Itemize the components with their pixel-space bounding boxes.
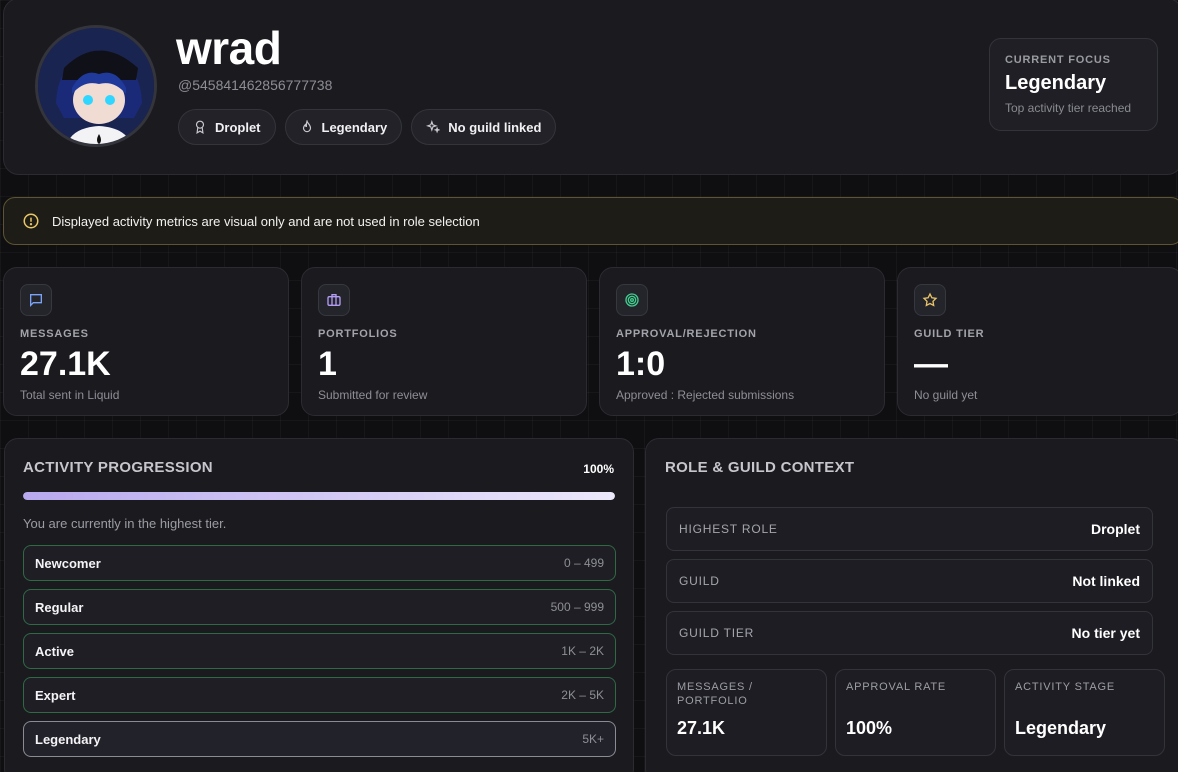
row-value: No tier yet xyxy=(1071,625,1140,641)
stat-label: PORTFOLIOS xyxy=(318,328,398,340)
role-guild-context-card: ROLE & GUILD CONTEXT HIGHEST ROLE Drople… xyxy=(645,438,1178,772)
section-title: ROLE & GUILD CONTEXT xyxy=(665,459,855,476)
stat-subtitle: Submitted for review xyxy=(318,388,428,402)
row-value: Not linked xyxy=(1072,573,1140,589)
tier-item[interactable]: Active 1K – 2K xyxy=(23,633,616,669)
context-rows: HIGHEST ROLE Droplet GUILD Not linked GU… xyxy=(666,507,1153,663)
stat-subtitle: Total sent in Liquid xyxy=(20,388,120,402)
role-badge[interactable]: Droplet xyxy=(178,109,276,145)
flame-icon xyxy=(302,120,311,133)
tier-range: 500 – 999 xyxy=(550,600,604,614)
stat-card-guild-tier: GUILD TIER — No guild yet xyxy=(897,267,1178,416)
stat-value: 1:0 xyxy=(616,345,666,383)
sparkles-icon xyxy=(426,120,441,134)
username: wrad xyxy=(176,22,282,74)
progress-percent: 100% xyxy=(583,462,614,476)
briefcase-icon xyxy=(327,294,341,306)
guild-badge-label: No guild linked xyxy=(448,119,542,135)
metric-approval-rate: APPROVAL RATE 100% xyxy=(835,669,996,756)
activity-progression-card: ACTIVITY PROGRESSION 100% You are curren… xyxy=(4,438,634,772)
tier-badge-label: Legendary xyxy=(321,119,388,135)
metric-value: 100% xyxy=(846,718,893,738)
notice-text: Displayed activity metrics are visual on… xyxy=(52,213,480,229)
context-row-guild-tier: GUILD TIER No tier yet xyxy=(666,611,1153,655)
row-value: Droplet xyxy=(1091,521,1140,537)
metrics-notice: Displayed activity metrics are visual on… xyxy=(3,197,1178,245)
tier-range: 0 – 499 xyxy=(563,556,604,570)
tier-item[interactable]: Expert 2K – 5K xyxy=(23,677,616,713)
row-label: HIGHEST ROLE xyxy=(679,522,778,536)
tier-item[interactable]: Regular 500 – 999 xyxy=(23,589,616,625)
tier-list: Newcomer 0 – 499 Regular 500 – 999 Activ… xyxy=(23,545,616,765)
focus-subtitle: Top activity tier reached xyxy=(1005,101,1132,115)
tier-range: 2K – 5K xyxy=(561,688,604,702)
alert-circle-icon xyxy=(23,213,39,229)
badge-list: Droplet Legendary No guild linked xyxy=(178,109,557,145)
tier-name: Regular xyxy=(35,599,84,615)
stat-card-portfolios: PORTFOLIOS 1 Submitted for review xyxy=(301,267,587,416)
tier-badge[interactable]: Legendary xyxy=(284,109,403,145)
stat-card-approval: APPROVAL/REJECTION 1:0 Approved : Reject… xyxy=(599,267,885,416)
guild-badge[interactable]: No guild linked xyxy=(411,109,557,145)
stat-label: GUILD TIER xyxy=(914,328,985,340)
role-badge-label: Droplet xyxy=(215,119,261,135)
tier-item[interactable]: Newcomer 0 – 499 xyxy=(23,545,616,581)
metric-value: 27.1K xyxy=(677,718,726,738)
metric-label: APPROVAL RATE xyxy=(846,681,947,693)
award-icon xyxy=(195,120,205,134)
avatar-image xyxy=(38,28,154,144)
metric-label: MESSAGES / PORTFOLIO xyxy=(677,681,753,707)
stat-value: 1 xyxy=(318,345,337,383)
stat-value: 27.1K xyxy=(20,345,111,383)
metric-label: ACTIVITY STAGE xyxy=(1015,681,1116,693)
tier-name: Newcomer xyxy=(35,555,101,571)
focus-label: CURRENT FOCUS xyxy=(1005,54,1111,66)
message-square-icon xyxy=(30,294,42,307)
avatar[interactable] xyxy=(35,25,157,147)
stat-label: MESSAGES xyxy=(20,328,89,340)
context-row-highest-role: HIGHEST ROLE Droplet xyxy=(666,507,1153,551)
tier-name: Legendary xyxy=(35,731,101,747)
stat-card-messages: MESSAGES 27.1K Total sent in Liquid xyxy=(3,267,289,416)
stat-label: APPROVAL/REJECTION xyxy=(616,328,757,340)
progress-bar xyxy=(23,492,615,500)
tier-name: Active xyxy=(35,643,75,659)
stat-subtitle: Approved : Rejected submissions xyxy=(616,388,795,402)
row-label: GUILD TIER xyxy=(679,626,755,640)
section-title: ACTIVITY PROGRESSION xyxy=(23,459,213,476)
tier-range: 1K – 2K xyxy=(561,644,604,658)
user-id: @545841462856777738 xyxy=(178,77,333,93)
stat-subtitle: No guild yet xyxy=(914,388,978,402)
metric-activity-stage: ACTIVITY STAGE Legendary xyxy=(1004,669,1165,756)
focus-value: Legendary xyxy=(1005,72,1107,94)
profile-header: wrad @545841462856777738 Droplet Legenda… xyxy=(3,0,1178,175)
progress-hint: You are currently in the highest tier. xyxy=(23,516,227,531)
target-icon xyxy=(625,293,639,307)
row-label: GUILD xyxy=(679,574,720,588)
context-row-guild: GUILD Not linked xyxy=(666,559,1153,603)
stat-value: — xyxy=(914,345,948,383)
metric-messages-per-portfolio: MESSAGES / PORTFOLIO 27.1K xyxy=(666,669,827,756)
metric-value: Legendary xyxy=(1015,718,1107,738)
tier-name: Expert xyxy=(35,687,76,703)
tier-item-current[interactable]: Legendary 5K+ xyxy=(23,721,616,757)
star-icon xyxy=(922,292,938,307)
tier-range: 5K+ xyxy=(582,732,604,746)
current-focus-card: CURRENT FOCUS Legendary Top activity tie… xyxy=(989,38,1158,131)
context-metrics: MESSAGES / PORTFOLIO 27.1K APPROVAL RATE… xyxy=(666,669,1165,756)
progress-bar-fill xyxy=(23,492,615,500)
